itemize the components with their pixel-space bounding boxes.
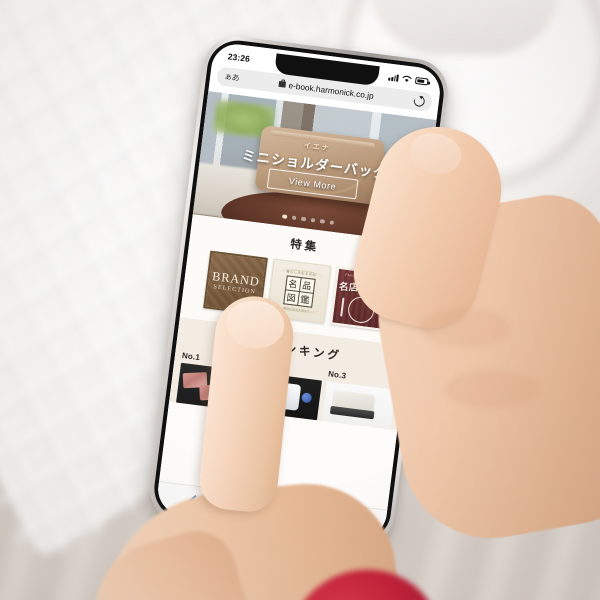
- photo-scene: 23:26 ぁあ e-book.harmonick.co.jp: [0, 0, 600, 600]
- photo-vignette: [0, 0, 600, 600]
